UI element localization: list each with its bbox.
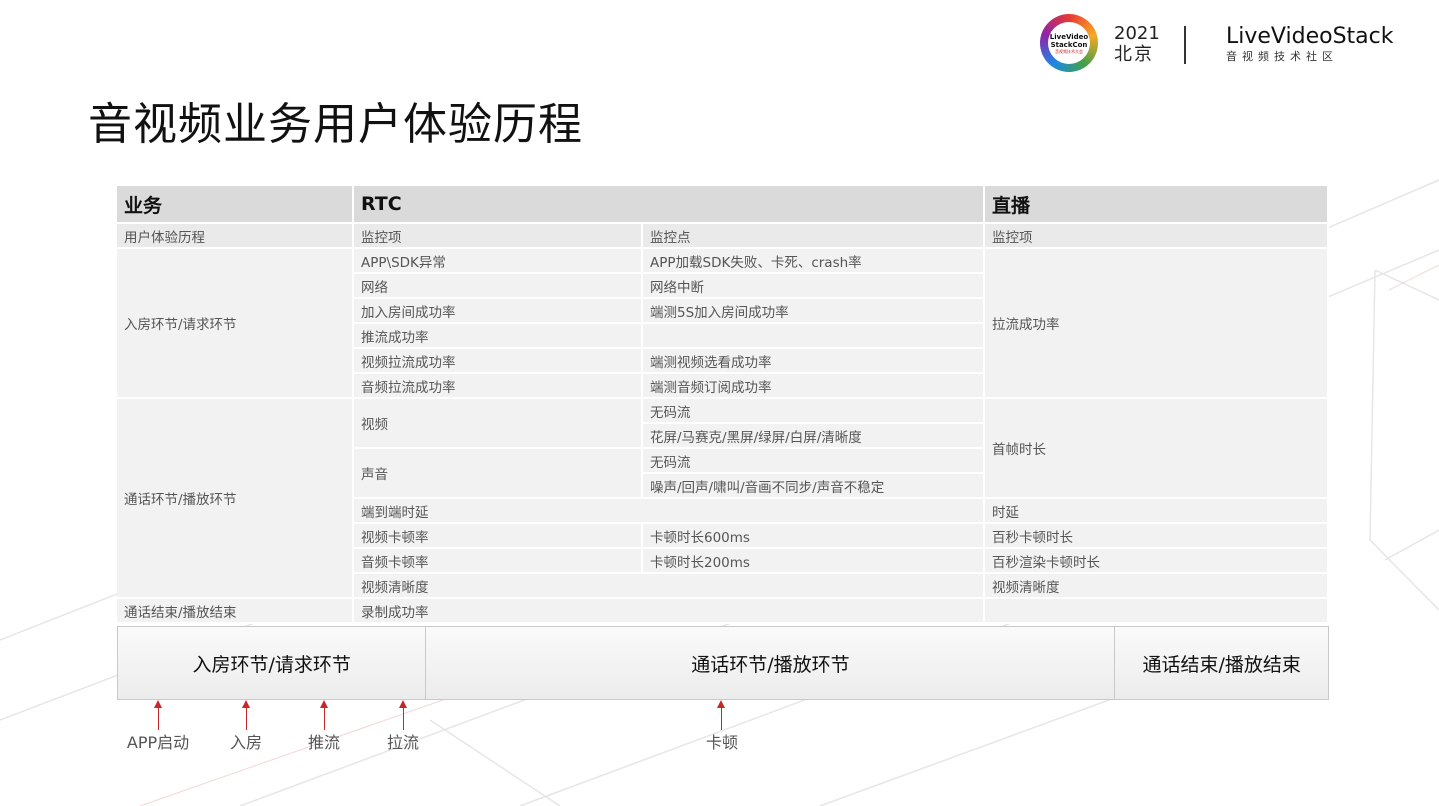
monitor-item: 录制成功率 [354,599,985,624]
subheader-live-monitor-item: 监控项 [985,224,1329,249]
experience-table: 业务 RTC 直播 用户体验历程 监控项 监控点 监控项 入房环节/请求环节 A… [117,186,1329,624]
stage-flow-bar: 入房环节/请求环节 通话环节/播放环节 通话结束/播放结束 [117,626,1329,700]
marker-label-stall: 卡顿 [705,733,739,752]
monitor-item: 推流成功率 [354,324,643,349]
monitor-point: APP加载SDK失败、卡死、crash率 [643,249,985,274]
marker-arrow-app-start [154,700,162,730]
conference-city: 北京 [1114,44,1154,65]
conference-logo: LiveVideo StackCon 音视频技术大会 2021 北京 LiveV… [1040,14,1420,76]
conference-ring-logo: LiveVideo StackCon 音视频技术大会 [1040,14,1098,72]
brand-subtitle: 音视频技术社区 [1226,50,1338,63]
monitor-point: 端测视频选看成功率 [643,349,985,374]
page-title: 音视频业务用户体验历程 [88,99,583,150]
table-row: 通话环节/播放环节 视频 无码流 首帧时长 [117,399,1329,599]
monitor-point: 无码流 [643,399,985,424]
monitor-point [643,324,985,349]
flow-segment-call: 通话环节/播放环节 [426,627,1116,699]
monitor-item: 端到端时延 [354,499,985,524]
monitor-item: 视频卡顿率 [354,524,643,549]
conference-year: 2021 [1114,23,1160,44]
stage-label: 入房环节/请求环节 [117,249,354,399]
monitor-point: 噪声/回声/啸叫/音画不同步/声音不稳定 [643,474,985,499]
flow-segment-end: 通话结束/播放结束 [1142,653,1301,676]
monitor-item: 声音 [354,449,643,499]
marker-arrow-push [320,700,328,730]
header-business: 业务 [117,186,354,224]
live-monitor-item: 百秒卡顿时长 [985,524,1329,549]
ring-subtext: 音视频技术大会 [1055,48,1083,54]
monitor-point: 卡顿时长600ms [643,524,985,549]
monitor-point: 网络中断 [643,274,985,299]
live-monitor-item: 时延 [985,499,1329,524]
monitor-item: 视频拉流成功率 [354,349,643,374]
marker-arrow-pull [399,700,407,730]
live-monitor-item: 百秒渲染卡顿时长 [985,549,1329,574]
marker-label-app-start: APP启动 [126,733,190,752]
stage-label: 通话环节/播放环节 [117,399,354,599]
marker-label-pull: 拉流 [386,733,420,752]
marker-label-push: 推流 [307,733,341,752]
header-live: 直播 [985,186,1329,224]
subheader-monitor-item: 监控项 [354,224,643,249]
monitor-item: 加入房间成功率 [354,299,643,324]
monitor-point: 花屏/马赛克/黑屏/绿屏/白屏/清晰度 [643,424,985,449]
header-rtc: RTC [354,186,985,224]
table-row: 通话结束/播放结束 录制成功率 [117,599,1329,624]
monitor-item: APP\SDK异常 [354,249,643,274]
monitor-point: 端测音频订阅成功率 [643,374,985,399]
live-monitor-item: 首帧时长 [985,399,1329,499]
brand-logo: LiveVideoStack [1226,24,1394,49]
live-monitor-item: 拉流成功率 [985,249,1329,399]
monitor-point: 卡顿时长200ms [643,549,985,574]
monitor-point: 无码流 [643,449,985,474]
subheader-monitor-point: 监控点 [643,224,985,249]
monitor-point: 端测5S加入房间成功率 [643,299,985,324]
subheader-journey: 用户体验历程 [117,224,354,249]
table-header-row: 业务 RTC 直播 [117,186,1329,224]
stage-label: 通话结束/播放结束 [117,599,354,624]
ring-text-2: StackCon [1050,40,1088,49]
monitor-item: 音频拉流成功率 [354,374,643,399]
ring-text-1: LiveVideo [1049,32,1089,41]
flow-segment-join: 入房环节/请求环节 [118,627,427,699]
marker-arrow-stall [717,700,725,730]
marker-label-join: 入房 [229,733,263,752]
monitor-item: 视频 [354,399,643,449]
logo-divider [1184,26,1186,64]
monitor-item: 视频清晰度 [354,574,985,599]
live-monitor-item [985,599,1329,624]
live-monitor-item: 视频清晰度 [985,574,1329,599]
monitor-item: 音频卡顿率 [354,549,643,574]
table-subheader-row: 用户体验历程 监控项 监控点 监控项 [117,224,1329,249]
monitor-item: 网络 [354,274,643,299]
marker-arrow-join [242,700,250,730]
table-row: 入房环节/请求环节 APP\SDK异常 APP加载SDK失败、卡死、crash率… [117,249,1329,399]
